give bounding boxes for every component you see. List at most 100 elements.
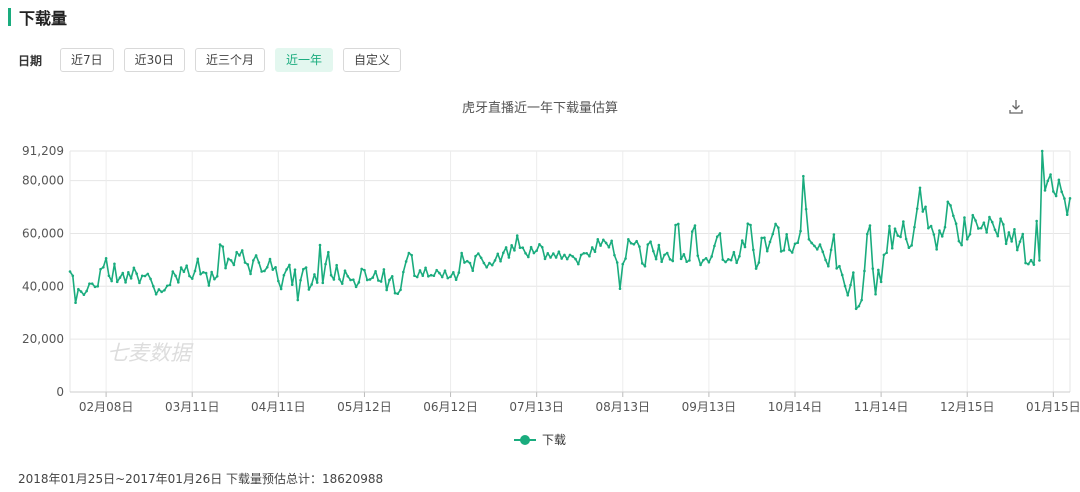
data-point[interactable] — [1046, 179, 1050, 183]
data-point[interactable] — [488, 261, 491, 265]
data-point[interactable] — [499, 259, 502, 263]
data-point[interactable] — [196, 257, 200, 261]
data-point[interactable] — [129, 277, 133, 280]
data-point[interactable] — [932, 233, 936, 236]
data-point[interactable] — [1060, 190, 1063, 194]
data-point[interactable] — [918, 186, 922, 190]
data-point[interactable] — [335, 263, 338, 267]
data-point[interactable] — [68, 270, 72, 273]
data-point[interactable] — [852, 271, 855, 274]
data-point[interactable] — [771, 232, 775, 236]
data-point[interactable] — [77, 287, 80, 291]
data-point[interactable] — [1065, 213, 1069, 216]
data-point[interactable] — [890, 246, 894, 250]
data-point[interactable] — [915, 207, 919, 210]
data-point[interactable] — [588, 254, 591, 258]
data-point[interactable] — [668, 258, 672, 261]
data-point[interactable] — [935, 248, 938, 251]
data-point[interactable] — [802, 174, 805, 178]
data-point[interactable] — [174, 274, 177, 278]
data-point[interactable] — [746, 222, 750, 225]
data-point[interactable] — [538, 243, 541, 246]
data-point[interactable] — [982, 221, 986, 224]
data-point[interactable] — [424, 266, 427, 270]
data-point[interactable] — [599, 244, 602, 247]
data-point[interactable] — [1068, 197, 1072, 200]
data-point[interactable] — [874, 292, 877, 296]
data-point[interactable] — [940, 235, 944, 238]
data-point[interactable] — [702, 258, 705, 262]
data-point[interactable] — [713, 244, 716, 248]
data-point[interactable] — [638, 245, 641, 248]
data-point[interactable] — [490, 263, 494, 267]
data-point[interactable] — [965, 237, 969, 241]
data-point[interactable] — [540, 245, 544, 249]
data-point[interactable] — [277, 279, 280, 283]
data-point[interactable] — [218, 243, 222, 246]
data-point[interactable] — [99, 267, 102, 271]
data-point[interactable] — [1004, 242, 1008, 246]
data-point[interactable] — [327, 250, 330, 254]
data-point[interactable] — [902, 220, 905, 223]
data-point[interactable] — [1038, 259, 1041, 262]
data-point[interactable] — [443, 269, 447, 273]
data-point[interactable] — [752, 248, 755, 252]
data-point[interactable] — [338, 277, 341, 281]
data-point[interactable] — [299, 278, 302, 282]
data-point[interactable] — [729, 258, 733, 262]
data-point[interactable] — [304, 266, 308, 269]
data-point[interactable] — [590, 246, 594, 249]
data-point[interactable] — [263, 269, 266, 273]
data-point[interactable] — [124, 281, 127, 284]
data-point[interactable] — [296, 298, 300, 302]
data-point[interactable] — [182, 270, 186, 274]
data-point[interactable] — [463, 261, 466, 264]
data-point[interactable] — [85, 289, 88, 293]
data-point[interactable] — [518, 246, 522, 250]
data-point[interactable] — [907, 246, 911, 250]
data-point[interactable] — [140, 274, 144, 278]
data-point[interactable] — [682, 253, 686, 256]
data-point[interactable] — [329, 273, 333, 277]
data-point[interactable] — [238, 254, 241, 257]
data-point[interactable] — [90, 282, 94, 285]
data-point[interactable] — [704, 257, 708, 260]
data-point[interactable] — [754, 267, 758, 270]
data-point[interactable] — [707, 260, 711, 264]
data-point[interactable] — [135, 272, 138, 275]
data-point[interactable] — [954, 222, 958, 225]
data-point[interactable] — [627, 237, 630, 241]
data-point[interactable] — [593, 250, 597, 253]
data-point[interactable] — [271, 268, 275, 271]
data-point[interactable] — [102, 265, 105, 269]
data-point[interactable] — [696, 254, 700, 257]
data-point[interactable] — [496, 252, 500, 256]
data-point[interactable] — [154, 292, 158, 296]
data-point[interactable] — [799, 229, 802, 233]
data-point[interactable] — [715, 235, 719, 238]
data-point[interactable] — [265, 265, 269, 269]
data-point[interactable] — [882, 253, 886, 257]
data-point[interactable] — [313, 273, 316, 276]
data-point[interactable] — [474, 254, 477, 258]
data-point[interactable] — [763, 236, 766, 239]
data-point[interactable] — [899, 235, 902, 239]
data-point[interactable] — [815, 248, 819, 251]
data-point[interactable] — [560, 257, 563, 260]
data-point[interactable] — [877, 268, 880, 272]
data-point[interactable] — [360, 267, 363, 271]
data-point[interactable] — [421, 274, 425, 278]
data-point[interactable] — [115, 280, 119, 284]
data-point[interactable] — [929, 224, 933, 228]
data-point[interactable] — [904, 237, 908, 241]
data-point[interactable] — [652, 249, 655, 253]
data-point[interactable] — [879, 280, 883, 284]
data-point[interactable] — [1049, 173, 1052, 176]
data-point[interactable] — [804, 207, 808, 211]
data-point[interactable] — [379, 280, 383, 283]
data-point[interactable] — [524, 251, 527, 255]
data-point[interactable] — [724, 260, 727, 264]
data-point[interactable] — [513, 249, 516, 252]
data-point[interactable] — [546, 251, 550, 255]
data-point[interactable] — [507, 256, 511, 259]
